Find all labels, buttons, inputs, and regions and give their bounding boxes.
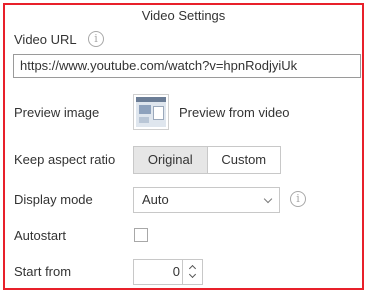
aspect-ratio-toggle: Original Custom: [133, 146, 281, 174]
start-from-stepper[interactable]: 0: [133, 259, 203, 285]
info-icon[interactable]: i: [88, 31, 104, 47]
chevron-down-icon: [263, 194, 273, 204]
aspect-original-button[interactable]: Original: [134, 147, 208, 173]
panel-title: Video Settings: [141, 8, 226, 23]
preview-caption: Preview from video: [179, 105, 290, 120]
aspect-ratio-label: Keep aspect ratio: [14, 152, 116, 167]
decrement-icon[interactable]: [188, 270, 197, 279]
preview-image-label: Preview image: [14, 105, 100, 120]
video-thumbnail-icon: [136, 97, 166, 127]
preview-thumbnail[interactable]: [133, 94, 169, 130]
display-mode-value: Auto: [142, 192, 169, 207]
stepper-buttons: [182, 260, 202, 284]
video-url-label: Video URL: [14, 32, 77, 47]
display-mode-label: Display mode: [14, 192, 93, 207]
video-settings-panel: Video Settings Video URL i https://www.y…: [3, 3, 364, 290]
autostart-label: Autostart: [14, 228, 67, 243]
start-from-value: 0: [172, 264, 180, 279]
display-mode-select[interactable]: Auto: [133, 187, 280, 213]
info-icon[interactable]: i: [290, 191, 306, 207]
start-from-label: Start from: [14, 264, 72, 279]
aspect-custom-button[interactable]: Custom: [208, 147, 281, 173]
autostart-checkbox[interactable]: [134, 228, 148, 242]
video-url-input[interactable]: https://www.youtube.com/watch?v=hpnRodjy…: [13, 54, 361, 78]
